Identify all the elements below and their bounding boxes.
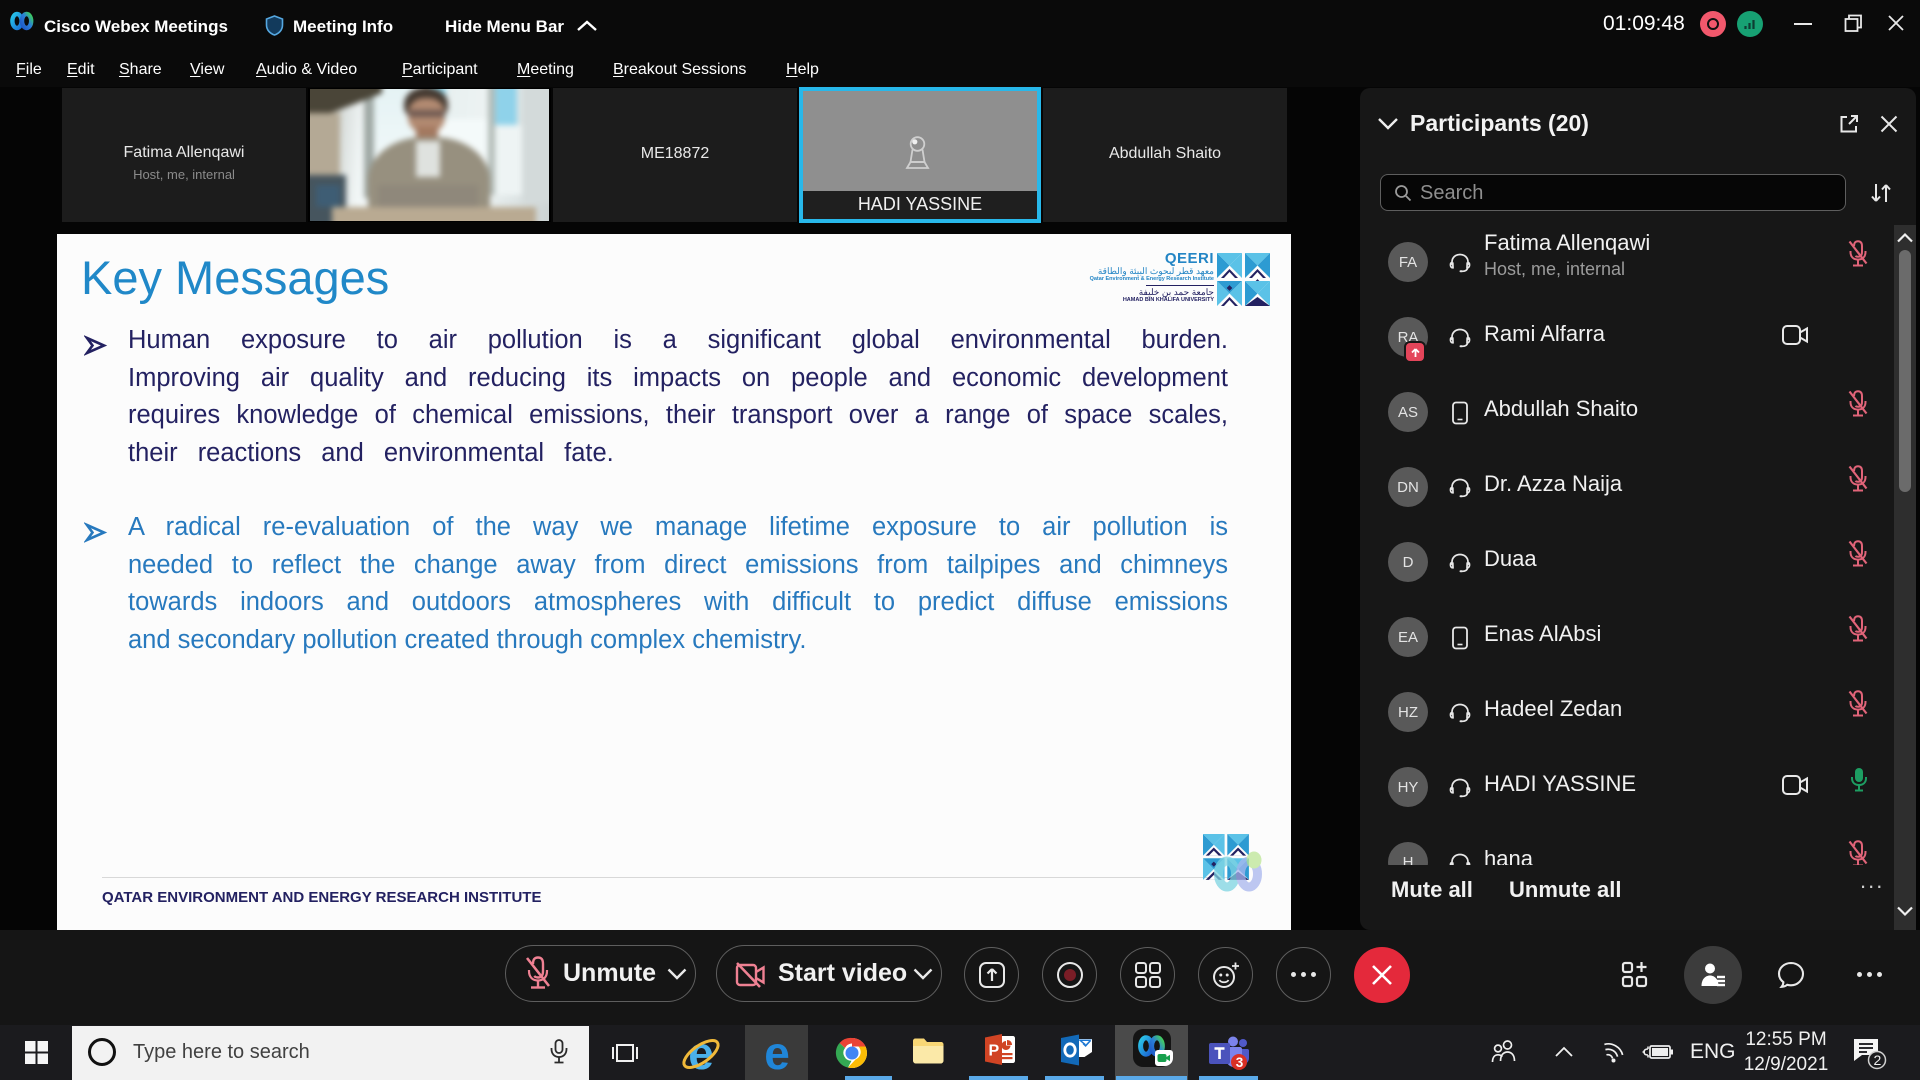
- svg-text:2: 2: [1874, 1052, 1882, 1068]
- svg-text:3: 3: [1236, 1055, 1244, 1070]
- svg-text:P: P: [989, 1043, 1000, 1060]
